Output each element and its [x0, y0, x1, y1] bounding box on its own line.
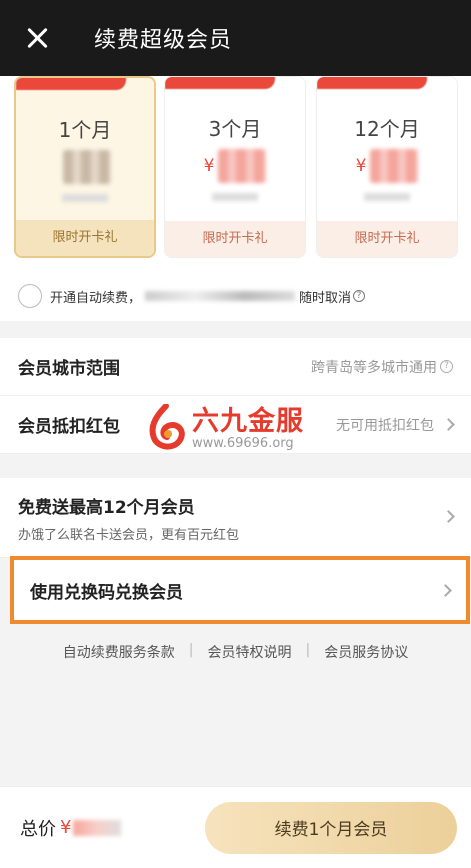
- total-label: 总价: [20, 818, 56, 840]
- plan-months: 3个月: [208, 117, 262, 141]
- close-icon[interactable]: [22, 23, 52, 53]
- help-icon[interactable]: ?: [353, 290, 366, 302]
- auto-renew-label-start: 开通自动续费，: [50, 290, 142, 306]
- watermark: 六九金服 www.69696.org: [146, 404, 304, 454]
- city-range-label: 会员城市范围: [18, 359, 120, 379]
- city-range-value: 跨青岛等多城市通用: [311, 359, 437, 376]
- plan-original-price: [212, 193, 258, 201]
- checkout-bar: 总价 ¥ 续费1个月会员: [0, 786, 471, 868]
- auto-renew-option[interactable]: 开通自动续费， 随时取消 ?: [18, 284, 366, 308]
- renew-button[interactable]: 续费1个月会员: [205, 801, 457, 854]
- link-service-agreement[interactable]: 会员服务协议: [324, 642, 408, 662]
- chevron-right-icon: [439, 583, 452, 597]
- plan-months: 12个月: [354, 117, 420, 141]
- plan-price: ¥: [165, 149, 305, 183]
- watermark-logo-icon: [149, 404, 185, 450]
- plan-card-3-months[interactable]: 3个月 ¥ 限时开卡礼: [164, 76, 306, 258]
- plan-price: [16, 150, 154, 184]
- watermark-title: 六九金服: [192, 406, 304, 437]
- auto-renew-label-end: 随时取消: [299, 290, 352, 306]
- plan-months: 1个月: [58, 118, 112, 142]
- plan-gift-label: 限时开卡礼: [16, 220, 154, 256]
- plan-original-price: [62, 194, 108, 202]
- link-privileges[interactable]: 会员特权说明: [208, 642, 292, 662]
- redacted-text: [145, 291, 296, 301]
- promo-tag: [16, 78, 126, 90]
- redeem-code-row[interactable]: 使用兑换码兑换会员: [10, 556, 470, 624]
- promo-tag: [317, 77, 427, 89]
- watermark-url: www.69696.org: [192, 436, 294, 451]
- free-membership-subtitle: 办饿了么联名卡送会员，更有百元红包: [18, 527, 240, 543]
- page-title: 续费超级会员: [94, 28, 233, 53]
- red-packet-label: 会员抵扣红包: [18, 417, 120, 437]
- red-packet-value: 无可用抵扣红包: [336, 417, 434, 434]
- chevron-right-icon: [442, 510, 455, 523]
- auto-renew-checkbox[interactable]: [18, 284, 42, 308]
- total-price: ¥: [60, 817, 122, 838]
- plan-card-1-month[interactable]: 1个月 限时开卡礼: [14, 76, 156, 258]
- promotion-section: 免费送最高12个月会员 办饿了么联名卡送会员，更有百元红包: [0, 478, 471, 558]
- help-icon[interactable]: ?: [440, 360, 453, 373]
- plan-selector: 1个月 限时开卡礼 3个月 ¥ 限时开卡礼 12个月 ¥ 限时开卡礼 开通自动续…: [0, 76, 471, 321]
- redeem-code-label: 使用兑换码兑换会员: [30, 582, 183, 603]
- chevron-right-icon: [442, 418, 455, 431]
- plan-gift-label: 限时开卡礼: [165, 221, 305, 257]
- plan-card-12-months[interactable]: 12个月 ¥ 限时开卡礼: [316, 76, 458, 258]
- plan-original-price: [364, 193, 410, 201]
- free-membership-label: 免费送最高12个月会员: [18, 497, 195, 518]
- promo-tag: [165, 77, 275, 89]
- city-range-row[interactable]: 会员城市范围 跨青岛等多城市通用 ?: [0, 338, 471, 396]
- plan-price: ¥: [317, 149, 457, 183]
- top-bar: 续费超级会员: [0, 0, 471, 76]
- free-membership-row[interactable]: 免费送最高12个月会员 办饿了么联名卡送会员，更有百元红包: [0, 478, 471, 558]
- plan-gift-label: 限时开卡礼: [317, 221, 457, 257]
- footer-links: 自动续费服务条款 | 会员特权说明 | 会员服务协议: [62, 642, 409, 662]
- link-auto-renew-terms[interactable]: 自动续费服务条款: [63, 642, 175, 662]
